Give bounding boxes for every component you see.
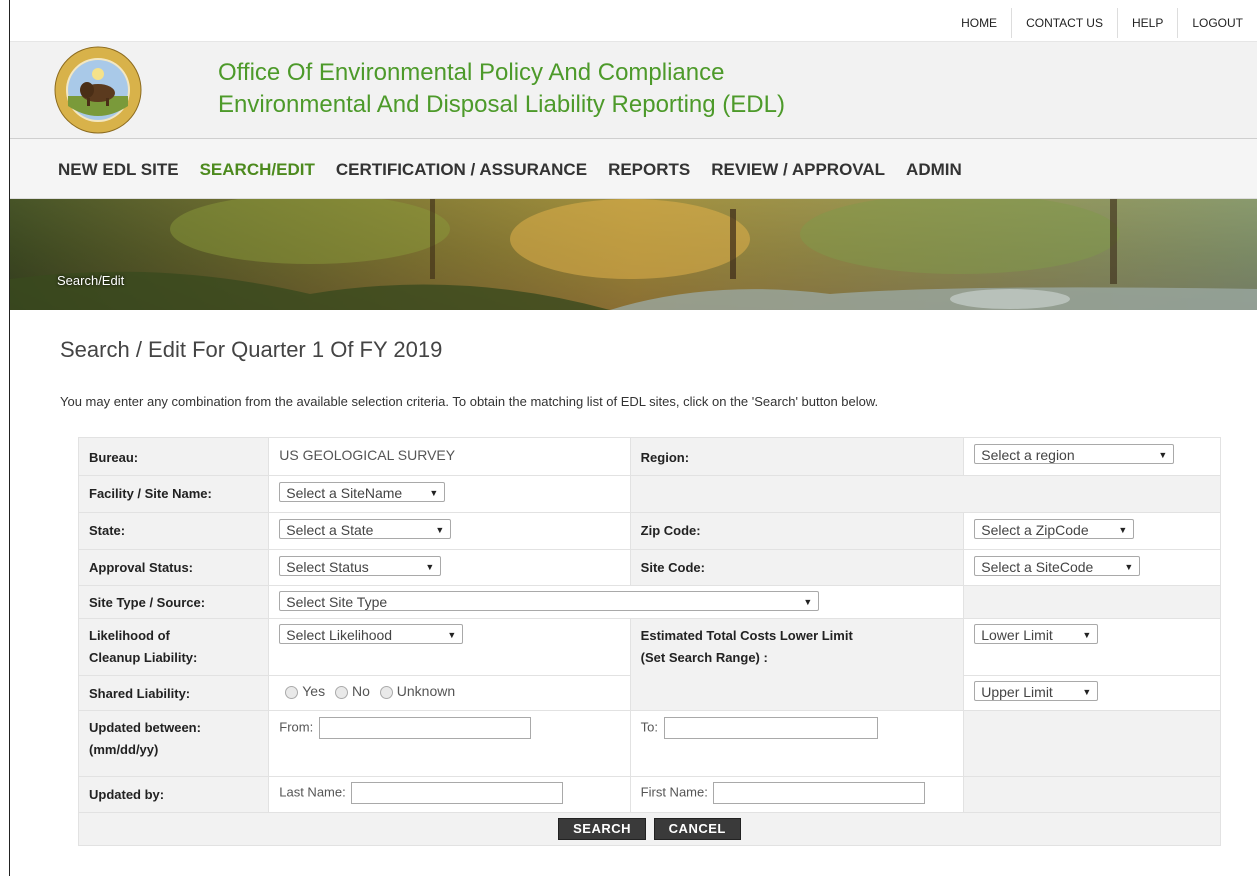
shared-yes-radio[interactable] — [285, 685, 299, 699]
dropdown-arrow-icon: ▼ — [803, 597, 813, 607]
last-name-input[interactable] — [351, 782, 564, 804]
dropdown-arrow-icon: ▼ — [1118, 525, 1128, 535]
updated-by-row-filler — [963, 776, 1221, 813]
main-nav-search-edit[interactable]: SEARCH/EDIT — [200, 160, 315, 180]
first-name-label: First Name: — [640, 784, 708, 800]
from-date-input[interactable] — [318, 717, 531, 739]
shared-no-radio[interactable] — [334, 685, 348, 699]
cancel-button[interactable]: CANCEL — [653, 818, 741, 840]
shared-unknown-radio[interactable] — [379, 685, 393, 699]
site-name-select[interactable]: Select a SiteName ▼ — [279, 482, 446, 502]
nav-logout[interactable]: LOGOUT — [1177, 8, 1257, 38]
shared-no-label: No — [351, 683, 370, 699]
site-title-line1: Office Of Environmental Policy And Compl… — [218, 59, 725, 86]
site-type-select-value: Select Site Type — [286, 594, 388, 610]
main-nav-review-approval[interactable]: REVIEW / APPROVAL — [711, 160, 885, 180]
site-type-row-filler — [963, 585, 1221, 619]
button-row: SEARCH CANCEL — [78, 812, 1221, 846]
to-label: To: — [640, 719, 659, 735]
bureau-label: Bureau: — [77, 437, 270, 476]
shared-liability-label: Shared Liability: — [77, 675, 270, 711]
main-nav-certification-assurance[interactable]: CERTIFICATION / ASSURANCE — [336, 160, 587, 180]
approval-status-select-value: Select Status — [286, 559, 369, 575]
upper-limit-select[interactable]: Upper Limit ▼ — [974, 681, 1099, 701]
region-select[interactable]: Select a region ▼ — [974, 444, 1175, 464]
dropdown-arrow-icon: ▼ — [1082, 630, 1092, 640]
lower-limit-select[interactable]: Lower Limit ▼ — [974, 624, 1099, 644]
zip-code-label: Zip Code: — [629, 512, 965, 550]
nav-home[interactable]: HOME — [947, 8, 1011, 38]
site-code-select-value: Select a SiteCode — [981, 559, 1094, 575]
dropdown-arrow-icon: ▼ — [1124, 562, 1134, 572]
site-code-label: Site Code: — [629, 549, 965, 586]
from-label: From: — [279, 719, 314, 735]
to-date-input[interactable] — [663, 717, 878, 739]
dropdown-arrow-icon: ▼ — [1158, 450, 1168, 460]
shared-unknown-label: Unknown — [396, 683, 456, 699]
dropdown-arrow-icon: ▼ — [447, 630, 457, 640]
search-form: Bureau: US GEOLOGICAL SURVEY Region: Sel… — [68, 437, 1222, 866]
updated-row-filler — [963, 710, 1221, 777]
approval-status-label: Approval Status: — [77, 549, 270, 586]
region-label: Region: — [629, 437, 965, 476]
region-select-value: Select a region — [981, 447, 1075, 463]
dropdown-arrow-icon: ▼ — [429, 488, 439, 498]
nav-help[interactable]: HELP — [1116, 8, 1177, 38]
first-name-input[interactable] — [713, 782, 926, 804]
upper-limit-select-value: Upper Limit — [981, 684, 1053, 700]
forest-banner-image: Search/Edit — [10, 199, 1257, 310]
updated-between-label-line2: (mm/dd/yy) — [89, 742, 159, 757]
likelihood-label: Likelihood of Cleanup Liability: — [77, 618, 270, 676]
nav-contact-us[interactable]: CONTACT US — [1011, 8, 1117, 38]
site-code-select[interactable]: Select a SiteCode ▼ — [974, 556, 1141, 576]
bureau-value: US GEOLOGICAL SURVEY — [268, 437, 631, 476]
utility-nav-bar: HOME CONTACT US HELP LOGOUT — [10, 0, 1257, 42]
likelihood-label-line2: Cleanup Liability: — [89, 650, 198, 665]
state-select-value: Select a State — [286, 522, 374, 538]
site-type-source-label: Site Type / Source: — [77, 585, 270, 619]
breadcrumb[interactable]: Search/Edit — [57, 273, 124, 288]
approval-status-select[interactable]: Select Status ▼ — [279, 556, 442, 576]
site-type-select[interactable]: Select Site Type ▼ — [279, 591, 820, 611]
search-criteria-table: Bureau: US GEOLOGICAL SURVEY Region: Sel… — [77, 437, 1222, 846]
last-name-label: Last Name: — [279, 784, 346, 800]
dropdown-arrow-icon: ▼ — [435, 525, 445, 535]
likelihood-select-value: Select Likelihood — [286, 627, 393, 643]
main-nav-new-edl-site[interactable]: NEW EDL SITE — [58, 160, 179, 180]
search-button[interactable]: SEARCH — [558, 818, 647, 840]
estimated-costs-label-line1: Estimated Total Costs Lower Limit — [640, 628, 853, 643]
main-nav-admin[interactable]: ADMIN — [906, 160, 962, 180]
likelihood-label-line1: Likelihood of — [89, 628, 170, 643]
facility-row-filler — [629, 475, 1222, 513]
doi-seal-logo[interactable] — [54, 46, 142, 134]
updated-by-label: Updated by: — [77, 776, 270, 813]
updated-between-label: Updated between: (mm/dd/yy) — [77, 710, 270, 777]
page-frame: HOME CONTACT US HELP LOGOUT Office Of En… — [9, 0, 1257, 876]
state-label: State: — [77, 512, 270, 550]
zip-code-select[interactable]: Select a ZipCode ▼ — [974, 519, 1135, 539]
site-title-line2: Environmental And Disposal Liability Rep… — [218, 91, 785, 118]
zip-code-select-value: Select a ZipCode — [981, 522, 1089, 538]
intro-text: You may enter any combination from the a… — [60, 394, 879, 409]
lower-limit-select-value: Lower Limit — [981, 627, 1053, 643]
masthead: Office Of Environmental Policy And Compl… — [10, 42, 1257, 139]
dropdown-arrow-icon: ▼ — [1082, 687, 1092, 697]
state-select[interactable]: Select a State ▼ — [279, 519, 452, 539]
updated-between-label-line1: Updated between: — [89, 720, 201, 735]
shared-yes-label: Yes — [302, 683, 326, 699]
likelihood-select[interactable]: Select Likelihood ▼ — [279, 624, 464, 644]
estimated-costs-label-line2: (Set Search Range) : — [640, 650, 768, 665]
main-nav: NEW EDL SITE SEARCH/EDIT CERTIFICATION /… — [10, 139, 1257, 199]
main-nav-reports[interactable]: REPORTS — [608, 160, 690, 180]
site-name-select-value: Select a SiteName — [286, 485, 403, 501]
page-title: Search / Edit For Quarter 1 Of FY 2019 — [60, 337, 443, 362]
dropdown-arrow-icon: ▼ — [425, 562, 435, 572]
shared-liability-options: Yes No Unknown — [268, 675, 631, 711]
estimated-costs-label: Estimated Total Costs Lower Limit (Set S… — [629, 618, 965, 711]
facility-site-name-label: Facility / Site Name: — [77, 475, 270, 513]
